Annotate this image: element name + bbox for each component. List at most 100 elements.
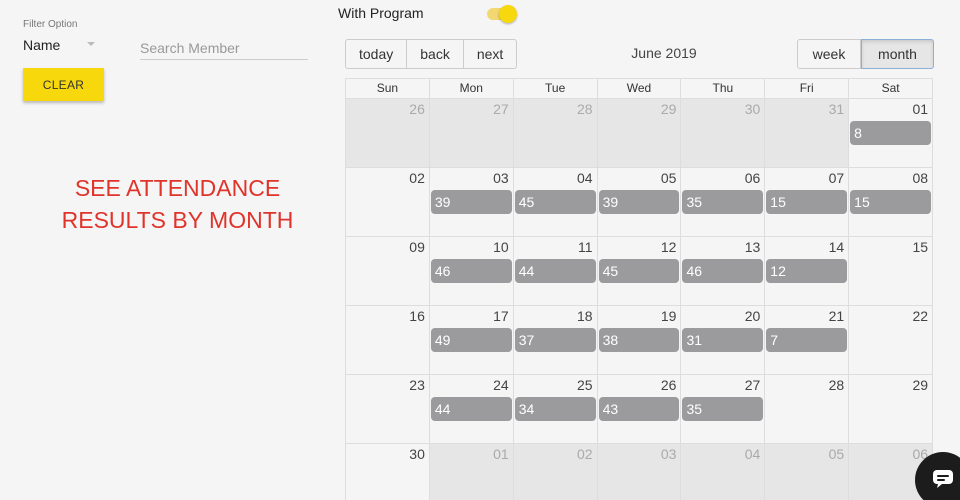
calendar-day-cell[interactable]: 14 12: [765, 237, 850, 305]
day-number[interactable]: 26: [409, 101, 425, 117]
attendance-event[interactable]: 31: [682, 328, 764, 352]
calendar-day-cell[interactable]: 04: [681, 444, 766, 500]
day-number[interactable]: 27: [745, 377, 761, 393]
day-number[interactable]: 13: [745, 239, 761, 255]
calendar-day-cell[interactable]: 24 44: [430, 375, 514, 443]
attendance-event[interactable]: 44: [514, 259, 596, 283]
calendar-day-cell[interactable]: 25 34: [514, 375, 598, 443]
day-number[interactable]: 01: [493, 446, 509, 462]
calendar-day-cell[interactable]: 18 37: [514, 306, 598, 374]
attendance-event[interactable]: 38: [598, 328, 680, 352]
filter-option-select[interactable]: Name: [23, 37, 113, 59]
calendar-day-cell[interactable]: 05 39: [598, 168, 682, 236]
attendance-event[interactable]: 45: [598, 259, 680, 283]
day-number[interactable]: 03: [661, 446, 677, 462]
back-button[interactable]: back: [407, 39, 464, 69]
attendance-event[interactable]: 39: [430, 190, 512, 214]
calendar-day-cell[interactable]: 08 15: [849, 168, 932, 236]
today-button[interactable]: today: [345, 39, 408, 69]
calendar-day-cell[interactable]: 19 38: [598, 306, 682, 374]
day-number[interactable]: 22: [912, 308, 928, 324]
day-number[interactable]: 29: [661, 101, 677, 117]
calendar-day-cell[interactable]: 02: [513, 444, 598, 500]
calendar-day-cell[interactable]: 29: [597, 99, 682, 167]
day-number[interactable]: 28: [577, 101, 593, 117]
calendar-day-cell[interactable]: 06 35: [681, 168, 766, 236]
calendar-day-cell[interactable]: 30: [346, 444, 430, 500]
day-number[interactable]: 29: [912, 377, 928, 393]
attendance-event[interactable]: 7: [766, 328, 848, 352]
day-number[interactable]: 17: [493, 308, 509, 324]
day-number[interactable]: 10: [493, 239, 509, 255]
calendar-day-cell[interactable]: 04 45: [514, 168, 598, 236]
day-number[interactable]: 19: [661, 308, 677, 324]
attendance-event[interactable]: 35: [682, 397, 764, 421]
clear-button[interactable]: CLEAR: [23, 68, 104, 101]
attendance-event[interactable]: 35: [682, 190, 764, 214]
attendance-event[interactable]: 44: [430, 397, 512, 421]
day-number[interactable]: 14: [829, 239, 845, 255]
attendance-event[interactable]: 37: [514, 328, 596, 352]
calendar-day-cell[interactable]: 01 8: [849, 99, 932, 167]
calendar-day-cell[interactable]: 01: [429, 444, 514, 500]
day-number[interactable]: 08: [912, 170, 928, 186]
calendar-day-cell[interactable]: 09: [346, 237, 430, 305]
calendar-day-cell[interactable]: 02: [346, 168, 430, 236]
day-number[interactable]: 12: [661, 239, 677, 255]
calendar-day-cell[interactable]: 28: [765, 375, 850, 443]
attendance-event[interactable]: 45: [514, 190, 596, 214]
day-number[interactable]: 27: [493, 101, 509, 117]
day-number[interactable]: 04: [577, 170, 593, 186]
attendance-event[interactable]: 34: [514, 397, 596, 421]
day-number[interactable]: 06: [745, 170, 761, 186]
calendar-day-cell[interactable]: 11 44: [514, 237, 598, 305]
calendar-day-cell[interactable]: 20 31: [681, 306, 766, 374]
calendar-day-cell[interactable]: 10 46: [430, 237, 514, 305]
next-button[interactable]: next: [463, 39, 518, 69]
calendar-day-cell[interactable]: 26 43: [598, 375, 682, 443]
day-number[interactable]: 05: [829, 446, 845, 462]
search-member-input[interactable]: [140, 37, 308, 60]
day-number[interactable]: 23: [409, 377, 425, 393]
attendance-event[interactable]: 49: [430, 328, 512, 352]
calendar-day-cell[interactable]: 29: [849, 375, 932, 443]
calendar-day-cell[interactable]: 12 45: [598, 237, 682, 305]
calendar-day-cell[interactable]: 07 15: [765, 168, 850, 236]
day-number[interactable]: 21: [829, 308, 845, 324]
day-number[interactable]: 31: [829, 101, 845, 117]
attendance-event[interactable]: 8: [850, 121, 932, 145]
day-number[interactable]: 02: [577, 446, 593, 462]
day-number[interactable]: 03: [493, 170, 509, 186]
week-view-button[interactable]: week: [797, 39, 861, 69]
day-number[interactable]: 28: [829, 377, 845, 393]
day-number[interactable]: 26: [661, 377, 677, 393]
calendar-day-cell[interactable]: 23: [346, 375, 430, 443]
calendar-day-cell[interactable]: 27: [429, 99, 514, 167]
day-number[interactable]: 24: [493, 377, 509, 393]
day-number[interactable]: 18: [577, 308, 593, 324]
day-number[interactable]: 01: [912, 101, 928, 117]
attendance-event[interactable]: 15: [850, 190, 932, 214]
calendar-day-cell[interactable]: 16: [346, 306, 430, 374]
day-number[interactable]: 02: [409, 170, 425, 186]
day-number[interactable]: 16: [409, 308, 425, 324]
attendance-event[interactable]: 15: [766, 190, 848, 214]
calendar-day-cell[interactable]: 28: [513, 99, 598, 167]
day-number[interactable]: 05: [661, 170, 677, 186]
day-number[interactable]: 30: [409, 446, 425, 462]
calendar-day-cell[interactable]: 31: [765, 99, 850, 167]
day-number[interactable]: 07: [829, 170, 845, 186]
calendar-day-cell[interactable]: 27 35: [681, 375, 766, 443]
attendance-event[interactable]: 39: [598, 190, 680, 214]
attendance-event[interactable]: 46: [430, 259, 512, 283]
calendar-day-cell[interactable]: 03 39: [430, 168, 514, 236]
calendar-day-cell[interactable]: 30: [681, 99, 766, 167]
calendar-day-cell[interactable]: 03: [597, 444, 682, 500]
calendar-day-cell[interactable]: 26: [346, 99, 430, 167]
attendance-event[interactable]: 43: [598, 397, 680, 421]
calendar-day-cell[interactable]: 05: [765, 444, 850, 500]
attendance-event[interactable]: 46: [682, 259, 764, 283]
calendar-day-cell[interactable]: 15: [849, 237, 932, 305]
day-number[interactable]: 09: [409, 239, 425, 255]
calendar-day-cell[interactable]: 21 7: [765, 306, 850, 374]
